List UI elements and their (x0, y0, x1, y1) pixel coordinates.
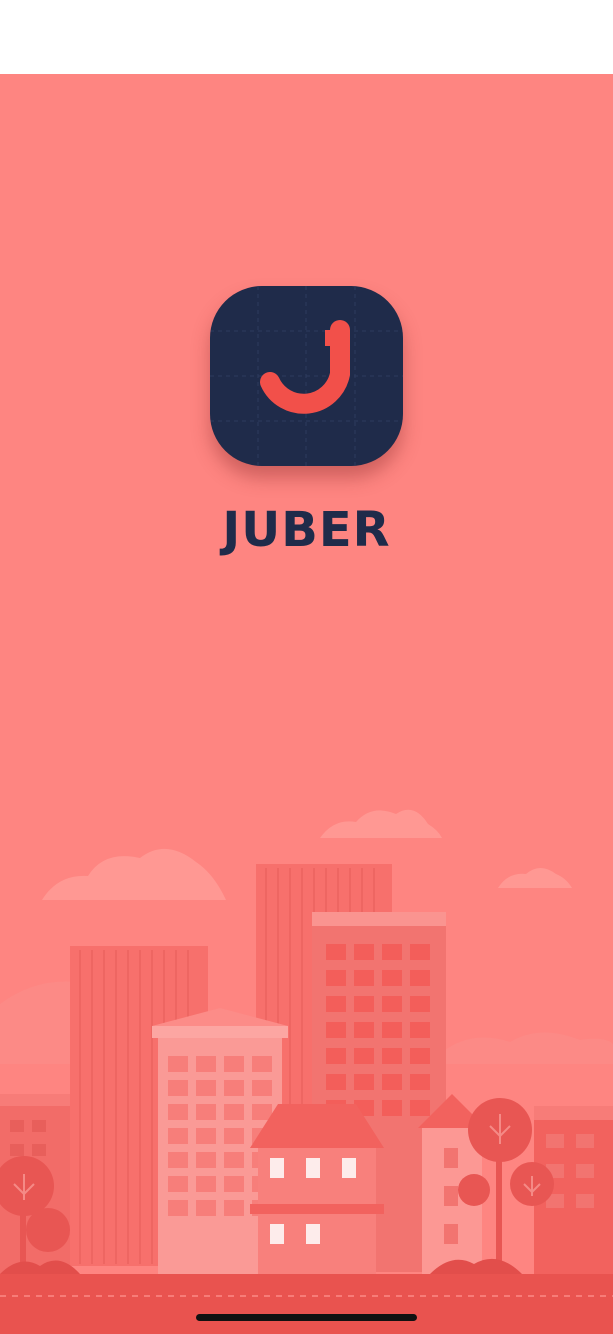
home-indicator[interactable] (196, 1314, 417, 1321)
city-skyline-illustration (0, 809, 613, 1334)
app-logo (210, 286, 403, 466)
splash-screen: JUBER (0, 74, 613, 1334)
app-name: JUBER (222, 502, 391, 558)
juber-logo-icon (210, 286, 403, 466)
status-bar (0, 0, 613, 74)
